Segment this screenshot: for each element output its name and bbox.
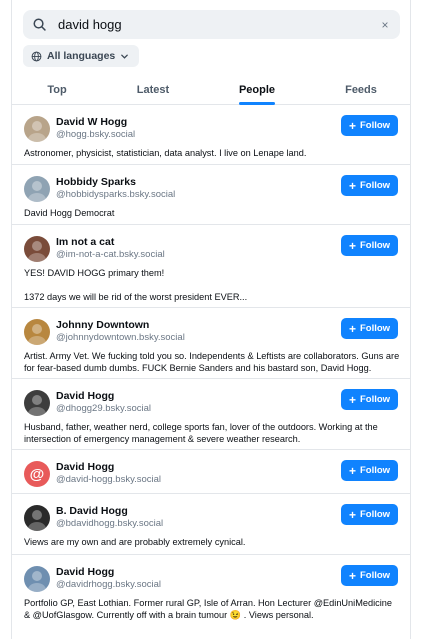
display-name[interactable]: David Hogg <box>56 461 114 473</box>
user-bio: David Hogg Democrat <box>24 208 115 218</box>
follow-button[interactable]: + Follow <box>341 175 398 196</box>
avatar[interactable]: @ <box>24 461 50 487</box>
follow-label: Follow <box>359 180 391 191</box>
list-item[interactable]: B. David Hogg @bdavidhogg.bsky.social + Fol… <box>12 494 410 555</box>
user-handle: @hobbidysparks.bsky.social <box>56 189 176 200</box>
plus-icon: + <box>348 118 356 133</box>
display-name[interactable]: David Hogg <box>56 566 114 578</box>
avatar[interactable] <box>24 116 50 142</box>
tab-latest[interactable]: Latest <box>113 76 193 104</box>
follow-label: Follow <box>359 394 391 405</box>
follow-button[interactable]: + Follow <box>341 504 398 525</box>
follow-button[interactable]: + Follow <box>341 565 398 586</box>
language-filter-button[interactable]: All languages <box>23 45 140 67</box>
plus-icon: + <box>348 392 356 407</box>
follow-label: Follow <box>359 240 391 251</box>
avatar[interactable] <box>24 319 50 345</box>
user-bio: Husband, father, weather nerd, college s… <box>24 422 378 445</box>
plus-icon: + <box>348 568 356 583</box>
list-item[interactable]: David Hogg @dhogg29.bsky.social + Follow Hus… <box>12 379 410 450</box>
display-name[interactable]: Johnny Downtown <box>56 319 149 331</box>
user-bio: Astronomer, physicist, statistician, dat… <box>24 148 307 158</box>
list-item[interactable]: Johnny Downtown @johnnydowntown.bsky.soci… <box>12 308 410 379</box>
user-bio: YES! DAVID HOGG primary them! 1372 days … <box>24 268 248 303</box>
avatar[interactable] <box>24 390 50 416</box>
follow-button[interactable]: + Follow <box>341 235 398 256</box>
search-bar[interactable]: david hogg × <box>23 10 400 39</box>
list-item[interactable]: Im not a cat @im-not-a-cat.bsky.social + Fo… <box>12 225 410 308</box>
user-handle: @im-not-a-cat.bsky.social <box>56 249 165 260</box>
user-handle: @johnnydowntown.bsky.social <box>56 332 185 343</box>
user-handle: @bdavidhogg.bsky.social <box>56 518 164 529</box>
follow-button[interactable]: + Follow <box>341 115 398 136</box>
display-name[interactable]: B. David Hogg <box>56 505 128 517</box>
display-name[interactable]: David W Hogg <box>56 116 127 128</box>
follow-label: Follow <box>359 465 391 476</box>
user-handle: @davidrhogg.bsky.social <box>56 579 162 590</box>
follow-button[interactable]: + Follow <box>341 389 398 410</box>
plus-icon: + <box>348 238 356 253</box>
plus-icon: + <box>348 178 356 193</box>
search-tabs: Top Latest People Feeds <box>12 76 410 105</box>
plus-icon: + <box>348 463 356 478</box>
tab-feeds[interactable]: Feeds <box>321 76 401 104</box>
user-bio: Portfolio GP, East Lothian. Former rural… <box>24 598 392 621</box>
user-handle: @dhogg29.bsky.social <box>56 403 152 414</box>
display-name[interactable]: David Hogg <box>56 390 114 402</box>
follow-button[interactable]: + Follow <box>341 318 398 339</box>
user-handle: @hogg.bsky.social <box>56 129 136 140</box>
plus-icon: + <box>348 321 356 336</box>
follow-label: Follow <box>359 323 391 334</box>
globe-icon <box>31 51 42 61</box>
avatar[interactable] <box>24 505 50 531</box>
follow-label: Follow <box>359 570 391 581</box>
avatar[interactable] <box>24 566 50 592</box>
avatar[interactable] <box>24 176 50 202</box>
search-results-panel: david hogg × All languages Top Latest Pe… <box>11 0 411 639</box>
search-icon <box>33 18 46 31</box>
follow-button[interactable]: + Follow <box>341 460 398 481</box>
list-item[interactable]: David Hogg @davidrhogg.bsky.social + Follow… <box>12 555 410 639</box>
list-item[interactable]: David W Hogg @hogg.bsky.social + Follow Astr… <box>12 105 410 165</box>
list-item[interactable]: Hobbidy Sparks @hobbidysparks.bsky.social… <box>12 165 410 225</box>
follow-label: Follow <box>359 509 391 520</box>
follow-label: Follow <box>359 120 391 131</box>
language-filter-label: All languages <box>47 50 116 62</box>
clear-search-icon[interactable]: × <box>378 18 392 32</box>
user-bio: Artist. Army Vet. We fucking told you so… <box>24 351 400 374</box>
list-item[interactable]: @ David Hogg @david-hogg.bsky.social + Follo… <box>12 450 410 494</box>
user-handle: @david-hogg.bsky.social <box>56 474 162 485</box>
chevron-down-icon <box>121 54 129 59</box>
search-input[interactable]: david hogg <box>58 17 122 32</box>
avatar[interactable] <box>24 236 50 262</box>
display-name[interactable]: Im not a cat <box>56 236 114 248</box>
display-name[interactable]: Hobbidy Sparks <box>56 176 136 188</box>
user-bio: Views are my own and are probably extrem… <box>24 537 246 547</box>
tab-top[interactable]: Top <box>17 76 97 104</box>
tab-people[interactable]: People <box>217 76 297 105</box>
plus-icon: + <box>348 507 356 522</box>
